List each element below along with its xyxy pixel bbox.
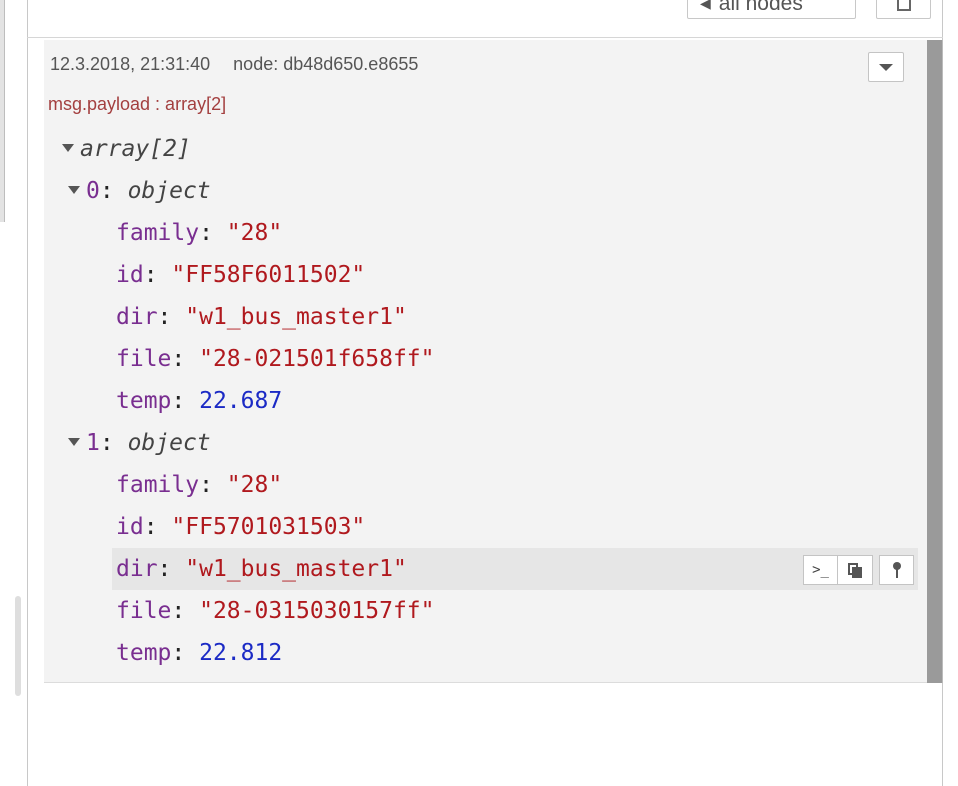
tree-property-row[interactable]: family: "28" bbox=[116, 212, 282, 254]
tree-property-row[interactable]: dir: "w1_bus_master1" bbox=[112, 548, 918, 590]
property-value: "w1_bus_master1" bbox=[185, 556, 407, 582]
copy-value-button[interactable] bbox=[838, 555, 873, 585]
colon: : bbox=[199, 472, 227, 498]
caret-down-icon[interactable] bbox=[68, 186, 80, 194]
terminal-icon: >_ bbox=[812, 562, 829, 578]
messages-empty-area bbox=[28, 684, 942, 786]
pin-icon bbox=[892, 562, 901, 578]
editor-scrollbar[interactable] bbox=[15, 596, 21, 696]
colon: : bbox=[171, 346, 200, 372]
sidebar-border bbox=[27, 0, 28, 786]
editor-edge bbox=[0, 0, 5, 222]
item-type: object bbox=[127, 178, 211, 204]
message-timestamp: 12.3.2018, 21:31:40 bbox=[50, 54, 211, 74]
message-topic: msg.payload : array[2] bbox=[48, 94, 227, 114]
scrollbar-track bbox=[942, 40, 943, 683]
property-value: 22.812 bbox=[199, 640, 283, 666]
message-node-link[interactable]: node: db48d650.e8655 bbox=[233, 54, 418, 74]
caret-down-icon[interactable] bbox=[68, 438, 80, 446]
message-menu-button[interactable] bbox=[868, 52, 904, 82]
tree-item-row[interactable]: 1: object bbox=[68, 422, 211, 464]
property-key: family bbox=[116, 472, 200, 498]
property-value: "28" bbox=[226, 220, 283, 246]
property-key: family bbox=[116, 220, 200, 246]
colon: : bbox=[143, 514, 172, 540]
property-value: 22.687 bbox=[199, 388, 283, 414]
clipboard-icon bbox=[848, 562, 862, 578]
filter-nodes-button[interactable]: ◀ all nodes bbox=[687, 0, 856, 19]
property-value: "28-0315030157ff" bbox=[199, 598, 435, 624]
property-key: file bbox=[116, 598, 172, 624]
colon: : bbox=[157, 556, 186, 582]
property-value: "28" bbox=[226, 472, 283, 498]
caret-left-icon: ◀ bbox=[700, 0, 711, 11]
item-index: 1 bbox=[86, 430, 100, 456]
pin-button[interactable] bbox=[879, 555, 914, 585]
property-value: "w1_bus_master1" bbox=[185, 304, 407, 330]
property-value: "FF58F6011502" bbox=[171, 262, 366, 288]
root-type-label: array[2] bbox=[80, 136, 191, 162]
tree-property-row[interactable]: temp: 22.812 bbox=[116, 632, 282, 674]
colon: : bbox=[99, 430, 128, 456]
property-key: temp bbox=[116, 388, 172, 414]
colon: : bbox=[171, 640, 200, 666]
tree-item-row[interactable]: 0: object bbox=[68, 170, 211, 212]
item-type: object bbox=[127, 430, 211, 456]
colon: : bbox=[157, 304, 186, 330]
tree-property-row[interactable]: dir: "w1_bus_master1" bbox=[116, 296, 407, 338]
property-value: "FF5701031503" bbox=[171, 514, 366, 540]
tree-root-row[interactable]: array[2] bbox=[62, 128, 191, 170]
property-key: id bbox=[116, 262, 144, 288]
colon: : bbox=[171, 388, 200, 414]
toolbar-divider bbox=[27, 37, 943, 38]
property-key: file bbox=[116, 346, 172, 372]
copy-path-button[interactable]: >_ bbox=[803, 555, 838, 585]
colon: : bbox=[171, 598, 200, 624]
tree-property-row[interactable]: id: "FF5701031503" bbox=[116, 506, 365, 548]
trash-icon bbox=[896, 0, 911, 11]
messages-scrollbar[interactable] bbox=[927, 40, 942, 683]
caret-down-icon[interactable] bbox=[62, 144, 74, 152]
colon: : bbox=[199, 220, 227, 246]
message-meta: 12.3.2018, 21:31:40 node: db48d650.e8655 bbox=[50, 54, 418, 75]
property-key: temp bbox=[116, 640, 172, 666]
colon: : bbox=[143, 262, 172, 288]
row-tools: >_ bbox=[803, 555, 914, 585]
clear-log-button[interactable] bbox=[876, 0, 931, 19]
tree-property-row[interactable]: id: "FF58F6011502" bbox=[116, 254, 365, 296]
property-value: "28-021501f658ff" bbox=[199, 346, 435, 372]
tree-property-row[interactable]: temp: 22.687 bbox=[116, 380, 282, 422]
chevron-down-icon bbox=[879, 63, 893, 71]
item-index: 0 bbox=[86, 178, 100, 204]
property-key: dir bbox=[116, 556, 158, 582]
tree-property-row[interactable]: family: "28" bbox=[116, 464, 282, 506]
tree-property-row[interactable]: file: "28-0315030157ff" bbox=[116, 590, 435, 632]
filter-nodes-label: all nodes bbox=[718, 0, 803, 15]
colon: : bbox=[99, 178, 128, 204]
property-key: dir bbox=[116, 304, 158, 330]
property-key: id bbox=[116, 514, 144, 540]
tree-property-row[interactable]: file: "28-021501f658ff" bbox=[116, 338, 435, 380]
